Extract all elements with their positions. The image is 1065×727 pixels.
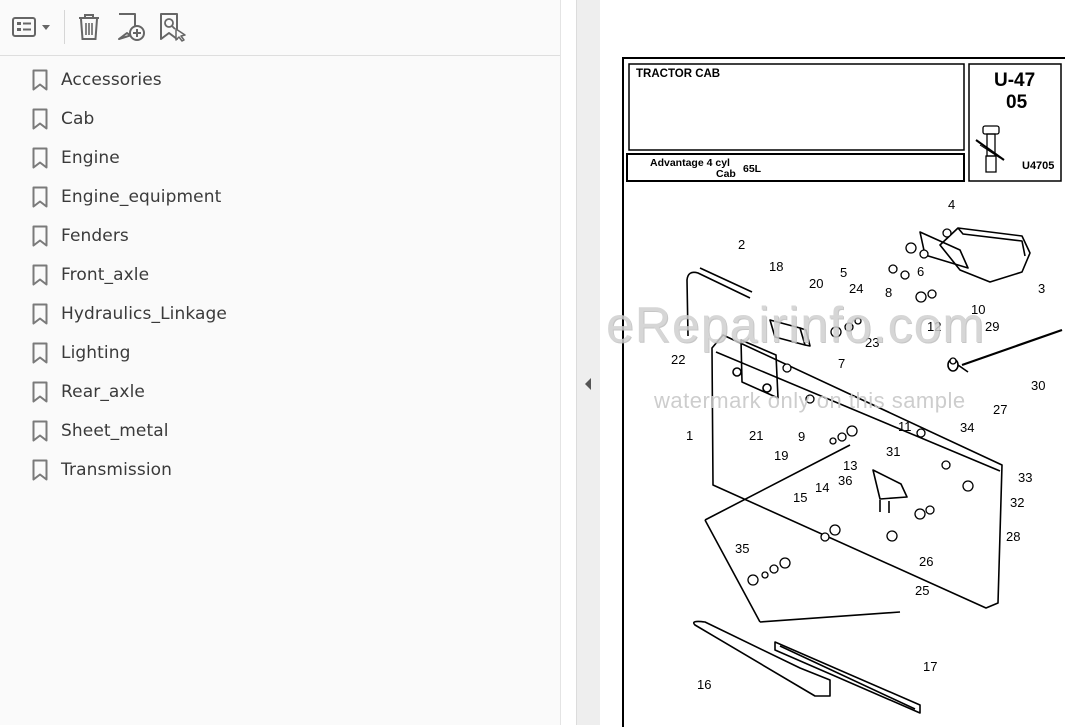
bookmark-item[interactable]: Engine (0, 139, 560, 178)
bookmark-label: Transmission (61, 460, 173, 480)
bookmark-item[interactable]: Front_axle (0, 256, 560, 295)
bookmark-item[interactable]: Transmission (0, 451, 560, 490)
bookmark-label: Front_axle (61, 265, 150, 285)
bookmarks-panel: Accessories Cab Engine Engine_equipment Fend… (0, 0, 561, 725)
watermark: eRepairinfo.com (606, 297, 986, 353)
watermark-subtext: watermark only on this sample (654, 388, 966, 413)
bookmark-icon (32, 225, 48, 247)
bookmark-item[interactable]: Lighting (0, 334, 560, 373)
document-viewer[interactable] (600, 0, 1065, 727)
bookmark-label: Accessories (61, 70, 162, 90)
trash-icon (79, 14, 99, 40)
bookmark-item[interactable]: Engine_equipment (0, 178, 560, 217)
bookmark-item[interactable]: Hydraulics_Linkage (0, 295, 560, 334)
bookmark-icon (32, 147, 48, 169)
bookmark-icon (32, 69, 48, 91)
bookmark-icon (32, 264, 48, 286)
bookmark-icon (32, 186, 48, 208)
bookmark-options-button[interactable] (10, 10, 54, 44)
bookmark-label: Sheet_metal (61, 421, 169, 441)
bookmark-label: Lighting (61, 343, 131, 363)
bookmark-icon (32, 108, 48, 130)
bookmark-icon (32, 381, 48, 403)
toolbar-separator (64, 10, 65, 44)
panel-splitter[interactable] (576, 0, 601, 725)
bookmark-label: Cab (61, 109, 95, 129)
collapse-panel-icon[interactable] (583, 377, 593, 391)
bookmark-item[interactable]: Sheet_metal (0, 412, 560, 451)
bookmark-label: Hydraulics_Linkage (61, 304, 227, 324)
add-bookmark-icon (118, 13, 145, 41)
bookmark-label: Engine (61, 148, 120, 168)
bookmark-icon (32, 342, 48, 364)
delete-bookmark-button[interactable] (74, 10, 104, 44)
bookmark-item[interactable]: Accessories (0, 61, 560, 100)
bookmark-icon (32, 459, 48, 481)
bookmark-item[interactable]: Fenders (0, 217, 560, 256)
bookmark-item[interactable]: Rear_axle (0, 373, 560, 412)
bookmark-options-icon (12, 17, 50, 37)
add-bookmark-button[interactable] (114, 10, 148, 44)
bookmark-icon (32, 303, 48, 325)
find-current-bookmark-button[interactable] (156, 10, 190, 44)
bookmark-icon (32, 420, 48, 442)
bookmarks-toolbar (0, 0, 560, 56)
find-current-bookmark-icon (160, 13, 186, 42)
bookmark-label: Fenders (61, 226, 129, 246)
bookmark-label: Rear_axle (61, 382, 145, 402)
bookmark-item[interactable]: Cab (0, 100, 560, 139)
bookmark-label: Engine_equipment (61, 187, 222, 207)
bookmark-list: Accessories Cab Engine Engine_equipment Fend… (0, 61, 560, 490)
